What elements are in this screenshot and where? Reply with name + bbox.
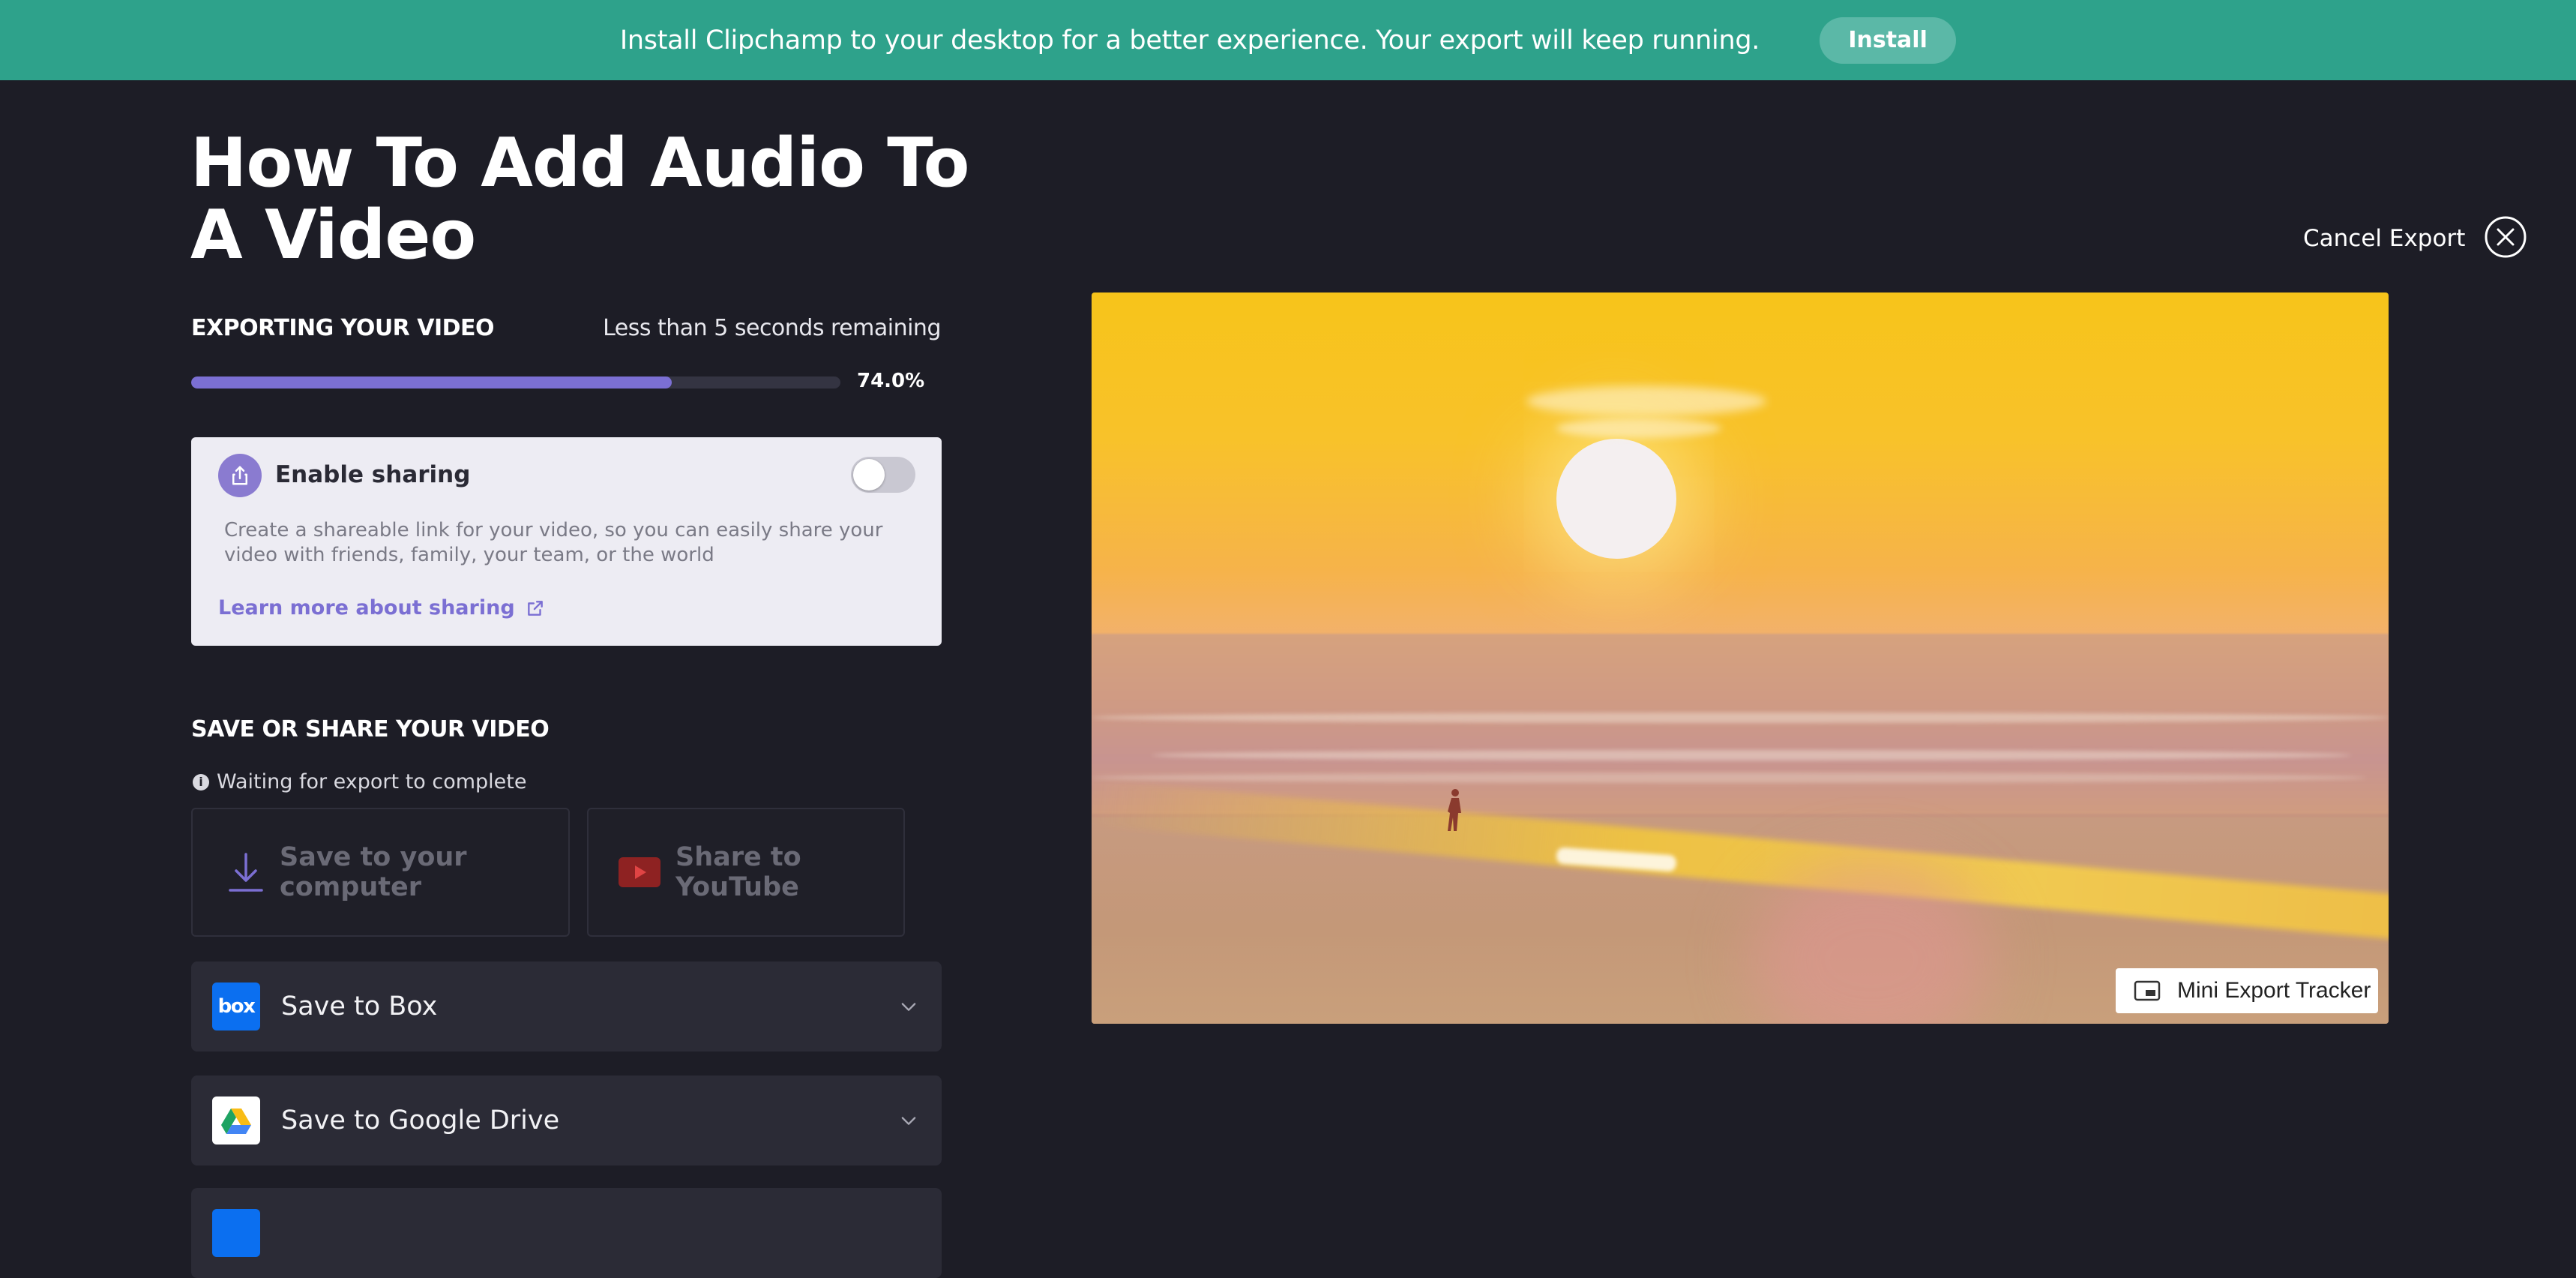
mini-export-tracker-button[interactable]: Mini Export Tracker <box>2116 968 2378 1013</box>
export-progress-percent: 74.0% <box>857 370 925 392</box>
youtube-icon <box>619 857 660 887</box>
chevron-down-icon <box>898 1110 919 1134</box>
export-progress-fill <box>191 376 672 388</box>
toggle-knob <box>853 459 885 490</box>
sea <box>1092 634 2389 814</box>
learn-more-sharing-link[interactable]: Learn more about sharing <box>218 596 545 620</box>
video-preview: Mini Export Tracker <box>1092 292 2389 1024</box>
sharing-description: Create a shareable link for your video, … <box>224 519 883 566</box>
save-to-google-drive-row[interactable]: Save to Google Drive <box>191 1076 942 1166</box>
save-to-box-row[interactable]: box Save to Box <box>191 962 942 1052</box>
share-to-youtube-button[interactable]: Share to YouTube <box>587 808 905 937</box>
destination-logo-icon <box>212 1209 260 1257</box>
picture-in-picture-icon <box>2134 980 2161 1001</box>
video-title: How To Add Audio To A Video <box>190 124 970 274</box>
download-icon <box>227 851 265 893</box>
save-share-heading: SAVE OR SHARE YOUR VIDEO <box>191 716 550 742</box>
time-remaining: Less than 5 seconds remaining <box>603 315 941 341</box>
google-drive-icon <box>212 1096 260 1144</box>
chevron-down-icon <box>898 996 919 1020</box>
sharing-title: Enable sharing <box>275 461 471 488</box>
install-button[interactable]: Install <box>1820 16 1957 64</box>
waiting-text: Waiting for export to complete <box>217 770 527 794</box>
learn-more-label: Learn more about sharing <box>218 596 515 620</box>
mini-export-tracker-label: Mini Export Tracker <box>2177 978 2371 1003</box>
person-figure <box>1444 788 1466 836</box>
save-to-box-label: Save to Box <box>281 992 438 1022</box>
share-to-youtube-label: Share to YouTube <box>675 842 801 902</box>
box-logo-icon: box <box>212 982 260 1030</box>
export-progress-bar <box>191 376 840 388</box>
info-icon: i <box>193 773 209 790</box>
sun <box>1556 439 1676 559</box>
destination-row[interactable] <box>191 1188 942 1278</box>
export-status-header: EXPORTING YOUR VIDEO Less than 5 seconds… <box>191 315 941 345</box>
share-icon <box>218 454 262 497</box>
close-circle-icon <box>2483 214 2528 262</box>
sharing-toggle[interactable] <box>851 457 915 493</box>
export-label: EXPORTING YOUR VIDEO <box>191 315 495 341</box>
sharing-card: Enable sharing Create a shareable link f… <box>191 437 942 646</box>
cancel-export-label: Cancel Export <box>2303 225 2466 252</box>
save-to-computer-button[interactable]: Save to your computer <box>191 808 570 937</box>
save-to-google-drive-label: Save to Google Drive <box>281 1106 560 1136</box>
external-link-icon <box>526 598 545 618</box>
waiting-notice: i Waiting for export to complete <box>193 770 527 794</box>
save-to-computer-label: Save to your computer <box>280 842 467 902</box>
install-banner: Install Clipchamp to your desktop for a … <box>0 0 2576 80</box>
cancel-export-button[interactable]: Cancel Export <box>2303 214 2528 262</box>
install-banner-message: Install Clipchamp to your desktop for a … <box>619 25 1760 56</box>
